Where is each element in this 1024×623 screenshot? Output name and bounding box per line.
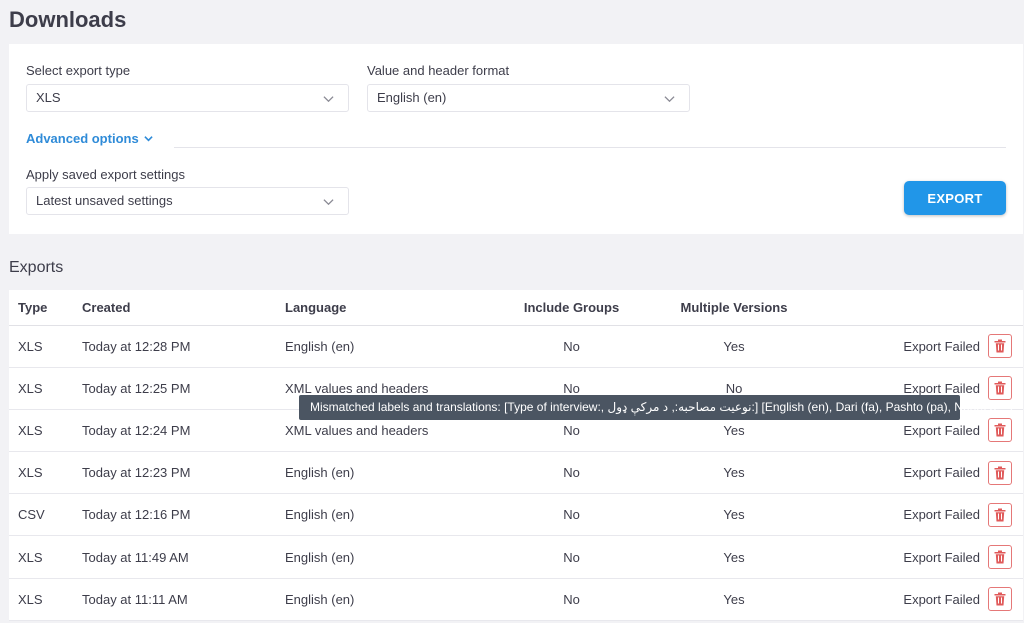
table-row: XLS Today at 12:23 PM English (en) No Yes Exp…	[9, 451, 1023, 495]
cell-include-groups: No	[495, 493, 648, 537]
column-header-actions	[988, 290, 1023, 326]
trash-icon	[994, 508, 1006, 522]
cell-multiple-versions: Yes	[648, 578, 820, 621]
column-header-type: Type	[9, 290, 82, 326]
cell-created: Today at 12:16 PM	[82, 493, 285, 537]
cell-multiple-versions: Yes	[648, 535, 820, 579]
cell-language: English (en)	[285, 325, 495, 368]
delete-button[interactable]	[988, 418, 1012, 443]
column-header-multiple-versions: Multiple Versions	[648, 290, 820, 326]
table-row: XLS Today at 11:11 AM English (en) No Yes Exp…	[9, 578, 1023, 621]
cell-created: Today at 12:25 PM	[82, 367, 285, 410]
export-type-value: XLS	[36, 90, 61, 105]
chevron-down-icon	[664, 96, 675, 103]
cell-created: Today at 12:24 PM	[82, 409, 285, 453]
advanced-options-label: Advanced options	[26, 131, 139, 146]
delete-button[interactable]	[988, 545, 1012, 570]
trash-icon	[994, 550, 1006, 564]
cell-type: XLS	[9, 451, 82, 495]
chevron-down-icon	[323, 96, 334, 103]
cell-include-groups: No	[495, 578, 648, 621]
cell-multiple-versions: Yes	[648, 493, 820, 537]
divider	[174, 147, 1006, 148]
cell-created: Today at 11:11 AM	[82, 578, 285, 621]
saved-settings-label: Apply saved export settings	[26, 167, 185, 182]
delete-button[interactable]	[988, 502, 1012, 527]
chevron-down-icon	[144, 136, 153, 142]
cell-status: Export Failed	[820, 451, 988, 495]
delete-button[interactable]	[988, 334, 1012, 359]
column-header-created: Created	[82, 290, 285, 326]
page-title: Downloads	[9, 7, 127, 32]
column-header-status	[820, 290, 988, 326]
export-type-label: Select export type	[26, 63, 131, 78]
delete-button[interactable]	[988, 460, 1012, 485]
delete-button[interactable]	[988, 376, 1012, 401]
trash-icon	[994, 339, 1006, 353]
cell-language: English (en)	[285, 578, 495, 621]
cell-language: English (en)	[285, 451, 495, 495]
table-row: XLS Today at 12:28 PM English (en) No Yes Exp…	[9, 325, 1023, 368]
column-header-include-groups: Include Groups	[495, 290, 648, 326]
cell-type: XLS	[9, 409, 82, 453]
format-label: Value and header format	[367, 63, 510, 78]
cell-multiple-versions: Yes	[648, 451, 820, 495]
cell-include-groups: No	[495, 451, 648, 495]
delete-button[interactable]	[988, 587, 1012, 612]
format-value: English (en)	[377, 90, 447, 105]
cell-include-groups: No	[495, 325, 648, 368]
cell-type: XLS	[9, 535, 82, 579]
cell-include-groups: No	[495, 535, 648, 579]
cell-status: Export Failed	[820, 493, 988, 537]
export-settings-panel: Select export type XLS Value and header …	[9, 44, 1023, 234]
cell-type: XLS	[9, 578, 82, 621]
cell-created: Today at 12:28 PM	[82, 325, 285, 368]
trash-icon	[994, 592, 1006, 606]
export-type-select[interactable]: XLS	[26, 84, 349, 112]
saved-settings-select[interactable]: Latest unsaved settings	[26, 187, 349, 215]
cell-language: English (en)	[285, 535, 495, 579]
cell-status: Export Failed	[820, 535, 988, 579]
export-button[interactable]: EXPORT	[904, 181, 1006, 215]
cell-type: XLS	[9, 325, 82, 368]
cell-multiple-versions: Yes	[648, 325, 820, 368]
table-header-row: Type Created Language Include Groups Mul…	[9, 290, 1023, 326]
trash-icon	[994, 381, 1006, 395]
trash-icon	[994, 423, 1006, 437]
trash-icon	[994, 466, 1006, 480]
error-tooltip: Mismatched labels and translations: [Typ…	[299, 395, 1013, 420]
cell-created: Today at 12:23 PM	[82, 451, 285, 495]
exports-title: Exports	[9, 259, 64, 276]
cell-language: English (en)	[285, 493, 495, 537]
format-select[interactable]: English (en)	[367, 84, 690, 112]
exports-table: Type Created Language Include Groups Mul…	[9, 290, 1023, 621]
cell-status: Export Failed	[820, 578, 988, 621]
chevron-down-icon	[323, 199, 334, 206]
table-row: CSV Today at 12:16 PM English (en) No Yes Exp…	[9, 493, 1023, 537]
cell-type: XLS	[9, 367, 82, 410]
cell-created: Today at 11:49 AM	[82, 535, 285, 579]
advanced-options-toggle[interactable]: Advanced options	[26, 131, 153, 146]
cell-type: CSV	[9, 493, 82, 537]
cell-status: Export Failed	[820, 325, 988, 368]
column-header-language: Language	[285, 290, 495, 326]
saved-settings-value: Latest unsaved settings	[36, 193, 173, 208]
table-row: XLS Today at 11:49 AM English (en) No Yes Exp…	[9, 535, 1023, 579]
